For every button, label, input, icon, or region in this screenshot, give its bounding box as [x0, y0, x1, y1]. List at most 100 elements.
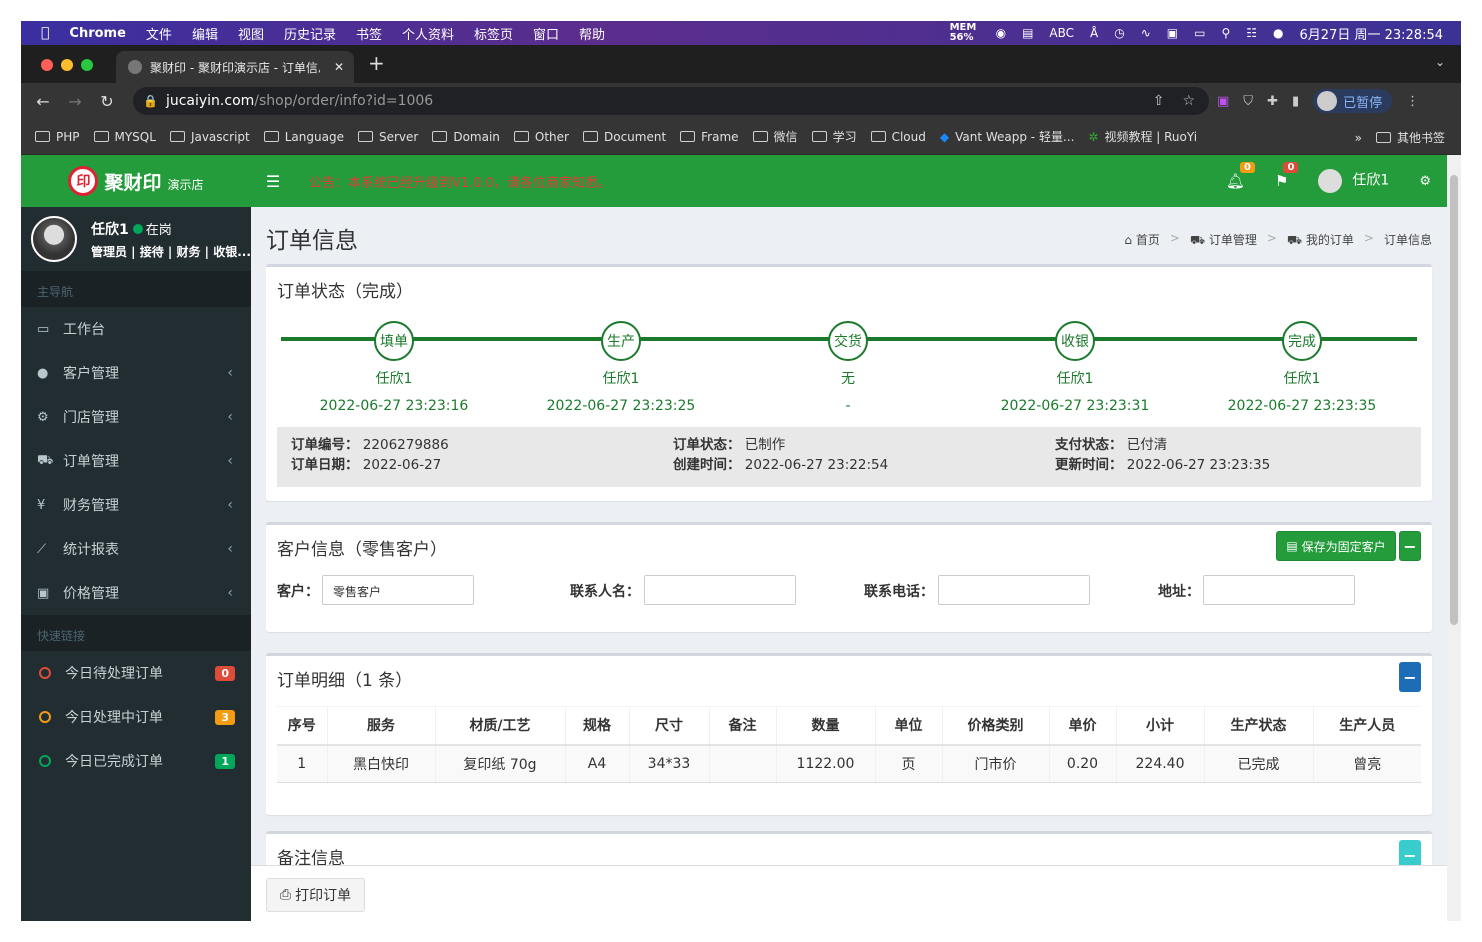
bookmark-item[interactable]: PHP	[35, 130, 80, 144]
bluetooth-icon[interactable]: Å	[1090, 26, 1098, 40]
mem-status[interactable]: MEM 56%	[950, 23, 980, 43]
battery-icon[interactable]: ▭	[1194, 26, 1205, 40]
scrollbar-thumb[interactable]	[1450, 175, 1458, 625]
extensions-icon[interactable]: ✚	[1267, 94, 1278, 109]
clock-icon[interactable]: ◷	[1114, 26, 1124, 40]
wechat-icon[interactable]: ◉	[996, 26, 1006, 40]
vant-icon: ◆	[939, 129, 950, 144]
box-title: 订单状态（完成）	[277, 282, 413, 302]
bell-icon[interactable]: 🔔︎ 0	[1226, 162, 1255, 190]
bookmark-item[interactable]: Server	[357, 130, 418, 144]
bookmarks-more[interactable]: »	[1355, 131, 1362, 145]
logo-sub: 演示店	[167, 177, 204, 192]
quick-link-completed[interactable]: 今日已完成订单 1	[21, 739, 251, 783]
menubar-item[interactable]: 书签	[356, 24, 382, 43]
logo[interactable]: 印 聚财印 演示店	[21, 155, 251, 207]
lock-icon[interactable]: 🔒	[143, 94, 158, 108]
pay-status: 已付清	[1126, 437, 1168, 453]
sidebar-item-stores[interactable]: ⚙ 门店管理 ‹	[21, 395, 251, 439]
bookmark-label: 其他书签	[1396, 131, 1445, 145]
bookmark-item[interactable]: ✲ 视频教程 | RuoYi	[1088, 128, 1197, 145]
tab-search-icon[interactable]: ⌄	[1435, 55, 1445, 69]
bookmark-item[interactable]: Frame	[680, 130, 739, 144]
breadcrumb-orders[interactable]: ⛟ 订单管理	[1190, 231, 1257, 249]
reload-icon[interactable]: ↻	[91, 92, 123, 111]
settings-icon[interactable]: ⚙	[1419, 174, 1431, 189]
sidebar-item-customers[interactable]: ● 客户管理 ‹	[21, 351, 251, 395]
close-window-icon[interactable]	[41, 59, 53, 71]
sidebar-item-orders[interactable]: ⛟ 订单管理 ‹	[21, 439, 251, 483]
bookmark-item[interactable]: Cloud	[870, 130, 926, 144]
forward-icon[interactable]: →	[59, 92, 91, 111]
close-tab-icon[interactable]: ✕	[334, 60, 344, 74]
contact-field[interactable]	[644, 575, 796, 605]
sidebar-item-workbench[interactable]: ▭ 工作台	[21, 307, 251, 351]
bookmark-item[interactable]: Javascript	[169, 130, 250, 144]
bookmark-star-icon[interactable]: ☆	[1182, 93, 1195, 109]
sidebar-item-finance[interactable]: ¥ 财务管理 ‹	[21, 483, 251, 527]
print-order-button[interactable]: ⎙ 打印订单	[266, 878, 365, 912]
sidebar-item-reports[interactable]: ⟋ 统计报表 ‹	[21, 527, 251, 571]
customer-field[interactable]: 零售客户	[322, 575, 474, 605]
table-row[interactable]: 1 黑白快印 复印纸 70g A4 34*33 1122.00 页 门市价 0.…	[277, 744, 1421, 783]
collapse-button[interactable]: −	[1399, 531, 1421, 561]
bookmark-item[interactable]: MYSQL	[93, 130, 156, 144]
bookmark-item[interactable]: 学习	[811, 128, 857, 145]
bed-icon[interactable]: ▤	[1022, 26, 1033, 40]
photo-icon[interactable]: ▣	[1167, 26, 1178, 40]
shield-extension-icon[interactable]: ⛉	[1243, 94, 1253, 109]
collapse-button[interactable]: −	[1399, 662, 1421, 692]
sidepanel-icon[interactable]: ▮	[1292, 94, 1299, 109]
flag-icon[interactable]: ⚑ 0	[1275, 162, 1299, 190]
menubar-item[interactable]: 文件	[146, 24, 172, 43]
bookmark-item[interactable]: Domain	[432, 130, 500, 144]
breadcrumb-my-orders[interactable]: ⛟ 我的订单	[1287, 231, 1354, 249]
phone-field[interactable]	[938, 575, 1090, 605]
zoom-window-icon[interactable]	[81, 59, 93, 71]
quick-link-processing[interactable]: 今日处理中订单 3	[21, 695, 251, 739]
bookmark-item[interactable]: ◆ Vant Weapp - 轻量...	[940, 128, 1075, 145]
share-icon[interactable]: ⇧	[1153, 93, 1165, 109]
circle-icon	[39, 755, 51, 767]
siri-icon[interactable]: ●	[1273, 26, 1283, 40]
input-source[interactable]: ABC	[1049, 26, 1074, 40]
control-center-icon[interactable]: ☷	[1246, 26, 1257, 40]
breadcrumb-home[interactable]: ⌂ 首页	[1124, 231, 1159, 249]
menu-toggle-icon[interactable]: ☰	[251, 172, 295, 191]
header-user[interactable]: 任欣1	[1318, 169, 1389, 193]
rp-extension-icon[interactable]: ▣	[1217, 94, 1229, 109]
menubar-item[interactable]: 帮助	[579, 24, 605, 43]
menubar-item[interactable]: 视图	[238, 24, 264, 43]
address-bar[interactable]: 🔒 jucaiyin.com /shop/order/info?id=1006 …	[133, 87, 1209, 115]
bookmark-item[interactable]: Other	[513, 130, 569, 144]
bookmark-item[interactable]: Language	[263, 130, 344, 144]
back-icon[interactable]: ←	[27, 92, 59, 111]
info-label: 订单状态：	[673, 437, 741, 453]
user-icon: ●	[37, 365, 49, 381]
new-tab-icon[interactable]: +	[368, 51, 385, 75]
browser-menu-icon[interactable]: ⋮	[1406, 94, 1419, 109]
bookmark-label: Document	[603, 129, 667, 144]
minimize-window-icon[interactable]	[61, 59, 73, 71]
profile-button[interactable]: 已暂停	[1313, 89, 1393, 113]
quick-link-pending[interactable]: 今日待处理订单 0	[21, 651, 251, 695]
menubar-datetime[interactable]: 6月27日 周一 23:28:54	[1300, 24, 1443, 43]
bookmark-item[interactable]: 微信	[752, 128, 798, 145]
table-cell: 复印纸 70g	[434, 744, 565, 783]
menubar-item[interactable]: 历史记录	[284, 24, 336, 43]
menubar-app[interactable]: Chrome	[69, 26, 126, 41]
sidebar-item-prices[interactable]: ▣ 价格管理 ‹	[21, 571, 251, 615]
save-fixed-customer-button[interactable]: ▤ 保存为固定客户	[1276, 531, 1396, 561]
menubar-item[interactable]: 个人资料	[402, 24, 454, 43]
menubar-item[interactable]: 窗口	[533, 24, 559, 43]
address-field[interactable]	[1203, 575, 1355, 605]
browser-tab[interactable]: 聚财印 - 聚财印演示店 - 订单信息 ✕	[116, 51, 354, 83]
menubar-item[interactable]: 编辑	[192, 24, 218, 43]
search-icon[interactable]: ⚲	[1221, 26, 1230, 40]
page-scrollbar[interactable]	[1447, 155, 1461, 921]
other-bookmarks[interactable]: 其他书签	[1375, 129, 1445, 146]
menubar-item[interactable]: 标签页	[474, 24, 513, 43]
bookmark-item[interactable]: Document	[582, 129, 667, 144]
wifi-icon[interactable]: ∿	[1141, 26, 1151, 40]
apple-icon[interactable]: 	[41, 25, 49, 41]
